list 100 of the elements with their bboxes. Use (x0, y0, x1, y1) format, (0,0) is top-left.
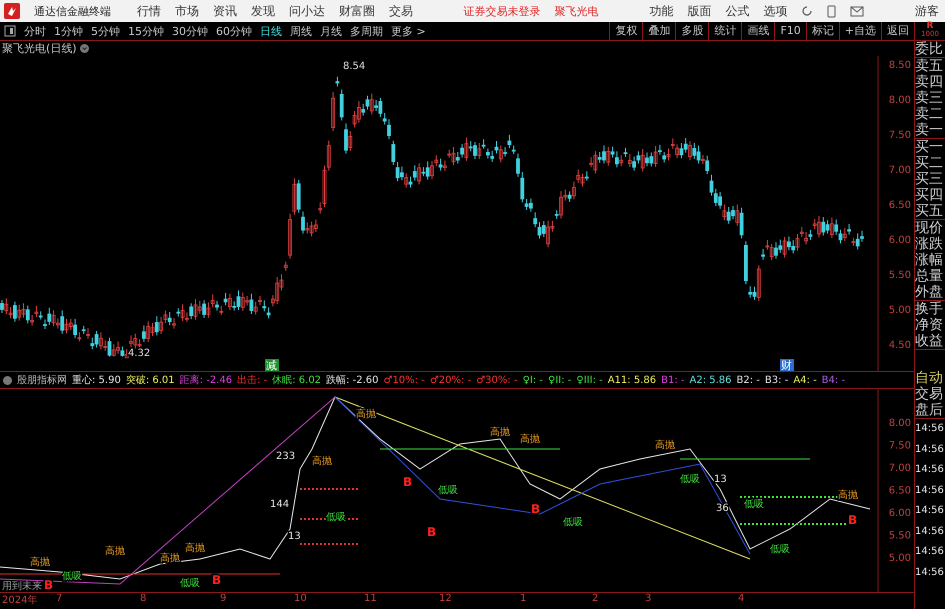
side-tab[interactable]: 自动 (915, 370, 945, 386)
indicator-value: ♂30%: - (476, 374, 518, 386)
trade-time: 14:56 (915, 484, 945, 498)
date-axis-label: 4 (738, 593, 744, 604)
quote-label: 卖五 (915, 58, 944, 74)
indicator-value: ♀II: - (548, 374, 572, 386)
price-axis-label: 6.50 (888, 200, 911, 211)
toolbar-button[interactable]: 多股 (675, 22, 708, 40)
indicator-axis-label: 7.00 (888, 463, 911, 474)
trade-time: 14:56 (915, 566, 945, 580)
price-axis-label: 5.50 (888, 270, 911, 281)
toolbar-button[interactable]: 标记 (806, 22, 839, 40)
quote-label: 卖一 (915, 122, 944, 138)
event-mark[interactable]: 财 (780, 359, 794, 371)
mail-icon[interactable] (850, 6, 864, 16)
period-tab[interactable]: 更多 > (387, 24, 430, 38)
period-tab[interactable]: 15分钟 (124, 24, 168, 38)
menu-item[interactable]: 交易 (389, 2, 413, 20)
menu-item[interactable]: 问小达 (289, 2, 325, 20)
toolbar-button[interactable]: 复权 (609, 22, 642, 40)
refresh-icon[interactable] (801, 5, 814, 17)
indicator-value: B4: - (822, 374, 846, 386)
indicator-name: 殷朋指标网 (17, 374, 67, 387)
indicator-axis-label: 6.50 (888, 486, 911, 496)
indicator-value: ♀III: - (576, 374, 603, 386)
signal-label: 高抛 (160, 553, 180, 564)
toolbar-button[interactable]: 画线 (741, 22, 774, 40)
period-tab[interactable]: 5分钟 (87, 24, 124, 38)
signal-label: 低吸 (744, 499, 764, 510)
date-axis-label: 7 (56, 593, 62, 604)
period-tab[interactable]: 周线 (286, 24, 316, 38)
trade-time: 14:56 (915, 442, 945, 456)
user-name[interactable]: 游客 (915, 2, 940, 20)
quote-label: 买五 (915, 203, 944, 219)
quote-label: 买四 (915, 187, 944, 203)
indicator-value: A11: 5.86 (608, 374, 656, 386)
menu-item[interactable]: 选项 (763, 2, 788, 20)
toolbar-button[interactable]: F10 (774, 22, 806, 40)
panel-toggle-icon[interactable] (4, 25, 16, 37)
period-tab[interactable]: 月线 (316, 24, 346, 38)
login-status: 证券交易未登录 (464, 4, 541, 18)
menu-item[interactable]: 市场 (175, 2, 199, 20)
signal-label: 高抛 (655, 440, 675, 451)
indicator-axis-label: 8.00 (888, 418, 911, 429)
buy-mark: B (44, 578, 54, 592)
phone-icon[interactable] (827, 4, 836, 18)
menu-item[interactable]: 功能 (649, 2, 674, 20)
count-label: 13 (714, 474, 727, 485)
period-tab[interactable]: 1分钟 (50, 24, 87, 38)
date-axis-label: 11 (364, 593, 377, 604)
indicator-value: 休眠: 6.02 (272, 374, 322, 387)
side-tab[interactable]: 交易 (915, 386, 945, 402)
menu-item[interactable]: 资讯 (213, 2, 237, 20)
signal-label: 低吸 (326, 512, 346, 523)
date-axis-label: 2024年 (2, 594, 38, 607)
period-tab[interactable]: 多周期 (346, 24, 387, 38)
date-axis-label: 12 (439, 593, 452, 604)
indicator-value: B2: - (736, 374, 760, 386)
chart-title: 聚飞光电(日线) (2, 41, 77, 56)
menu-item[interactable]: 公式 (725, 2, 750, 20)
menu-item[interactable]: 发现 (251, 2, 275, 20)
indicator-axis-label: 7.50 (888, 440, 911, 452)
toolbar-button[interactable]: 叠加 (642, 22, 676, 40)
date-axis-label: 1 (520, 593, 526, 604)
signal-label: 高抛 (520, 434, 540, 445)
menu-item[interactable]: 财富圈 (339, 2, 375, 20)
quote-label: 涨幅 (915, 252, 944, 268)
quote-label: 买二 (915, 155, 944, 171)
period-tab[interactable]: 日线 (256, 24, 286, 38)
toolbar-button[interactable]: +自选 (838, 22, 881, 40)
signal-label: 高抛 (490, 427, 510, 438)
buy-mark: B (531, 502, 540, 516)
menu-item[interactable]: 版面 (687, 2, 712, 20)
quote-label: 买三 (915, 171, 944, 187)
side-tab[interactable]: 盘后 (915, 402, 945, 418)
toolbar-button[interactable]: 统计 (708, 22, 742, 40)
indicator-value: 突破: 6.01 (126, 374, 175, 387)
indicator-value: B1: - (661, 374, 684, 386)
indicator-value: ♂10%: - (383, 374, 425, 386)
price-axis-label: 6.00 (888, 235, 911, 246)
period-tab[interactable]: 分时 (20, 24, 50, 38)
event-mark[interactable]: 减 (265, 359, 279, 371)
buy-mark: B (403, 475, 412, 489)
menu-item[interactable]: 行情 (137, 2, 161, 20)
period-tab[interactable]: 60分钟 (212, 24, 256, 38)
price-axis-label: 7.00 (888, 165, 911, 176)
quote-label: 净资 (915, 317, 944, 333)
signal-label: 高抛 (312, 456, 332, 467)
signal-label: 低吸 (180, 578, 200, 589)
app-title: 通达信金融终端 (34, 4, 111, 18)
badge-letter: R (926, 22, 934, 30)
quote-label: 卖三 (915, 90, 944, 106)
trade-time: 14:56 (915, 422, 945, 436)
signal-label: 低吸 (563, 517, 583, 528)
price-axis-label: 5.00 (888, 305, 911, 316)
period-tab[interactable]: 30分钟 (168, 24, 212, 38)
indicator-value: 跌幅: -2.60 (326, 374, 378, 387)
toolbar-button[interactable]: 返回 (881, 22, 914, 40)
signal-label: 低吸 (62, 571, 82, 582)
quote-label: 卖二 (915, 106, 944, 122)
